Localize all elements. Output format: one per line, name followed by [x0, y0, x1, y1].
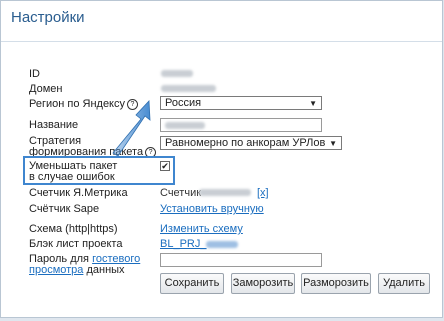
annotation-arrow-icon: [112, 100, 151, 157]
settings-window: Настройки ID Домен Регион по Яндексу? Ро…: [0, 0, 443, 318]
